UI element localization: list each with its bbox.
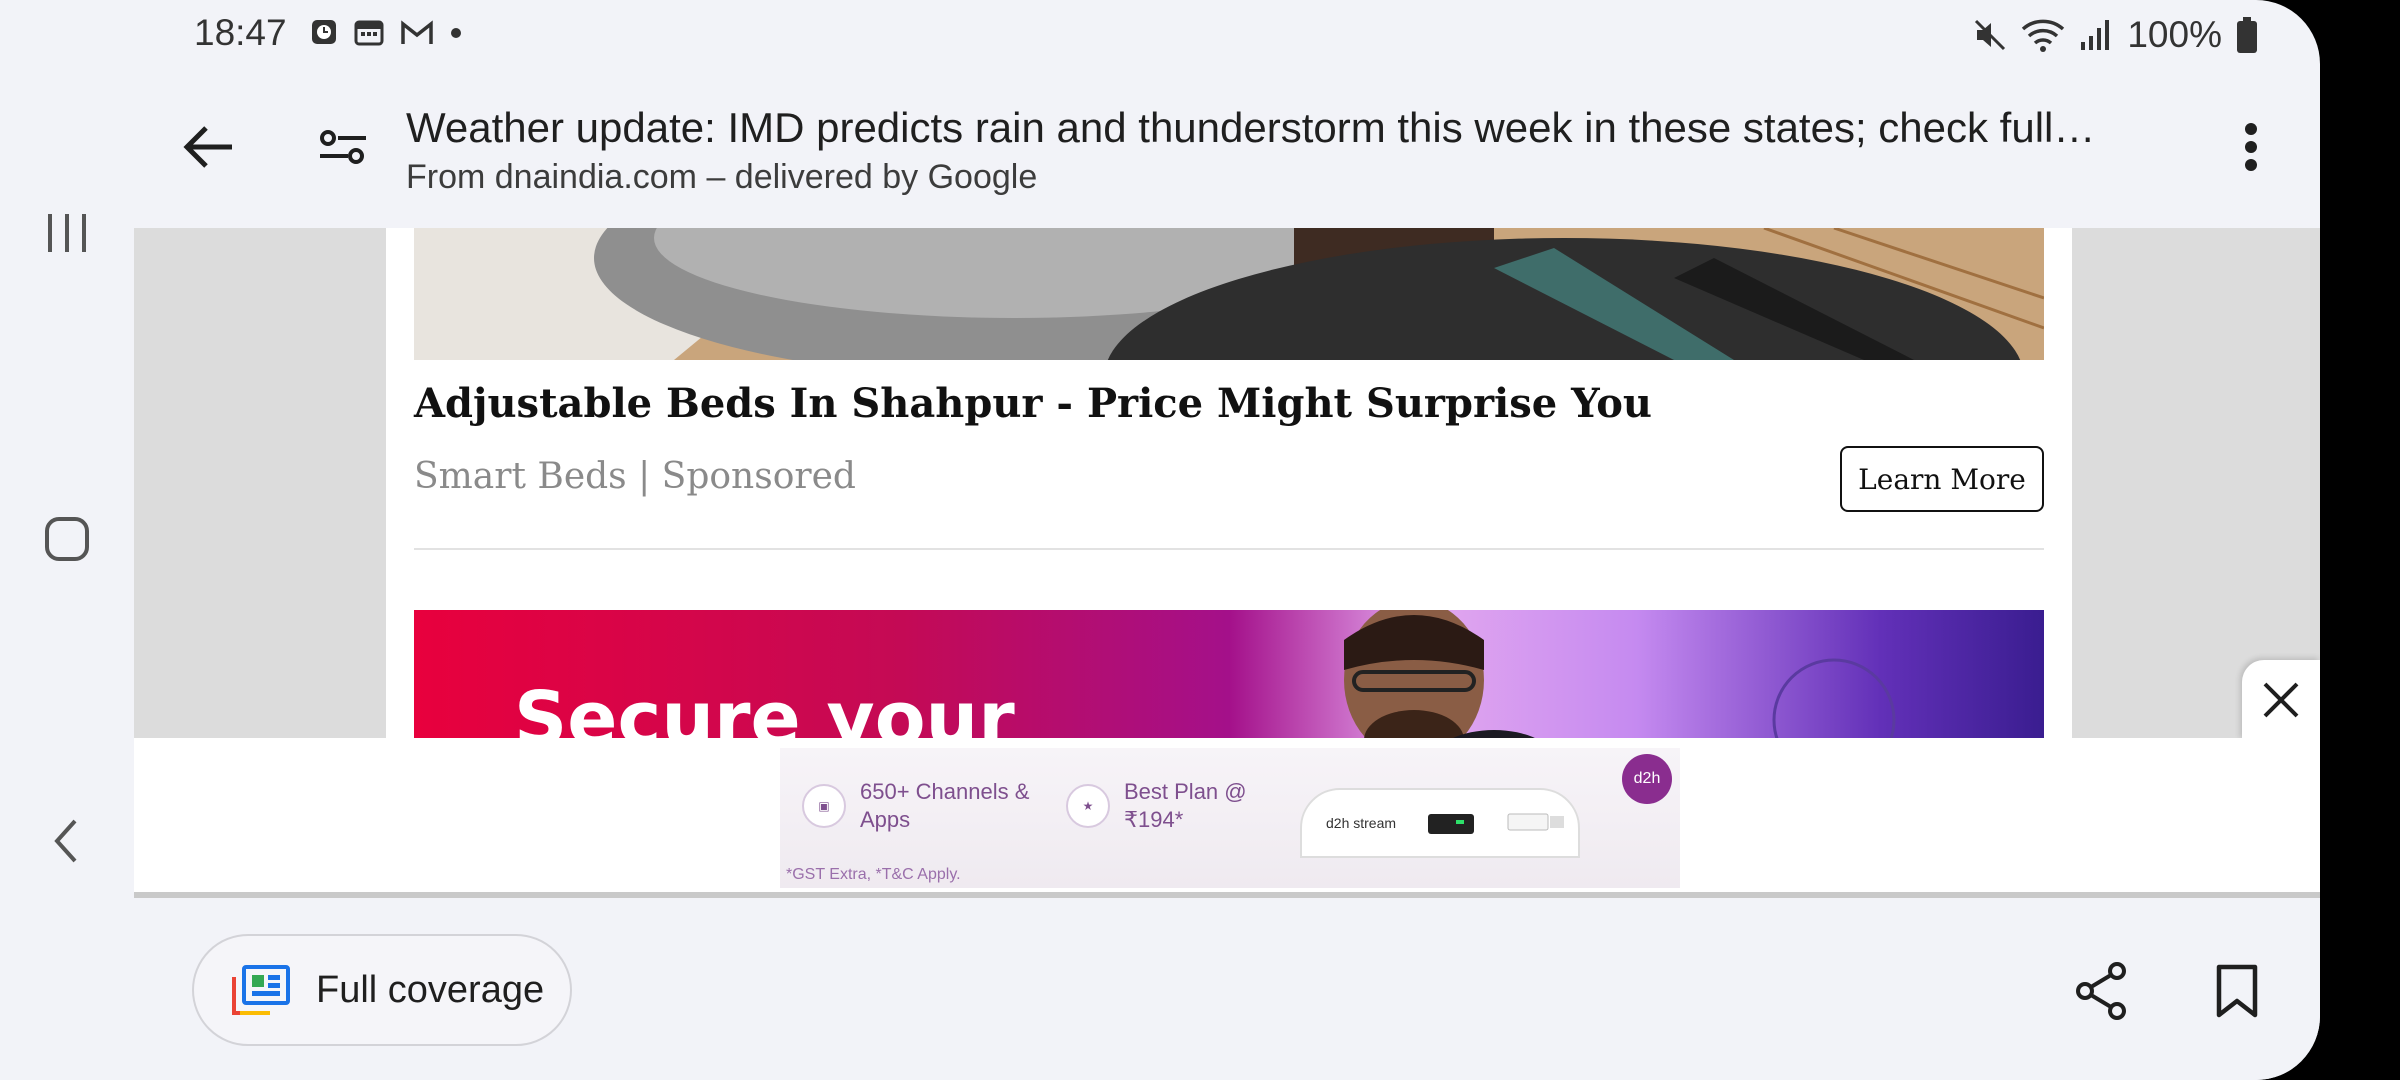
reader-settings-button[interactable] (308, 112, 378, 182)
battery-percent: 100% (2127, 14, 2222, 55)
tune-icon (320, 130, 366, 164)
system-back-button[interactable] (40, 814, 94, 868)
more-vert-icon (2245, 123, 2257, 171)
recent-apps-icon (48, 214, 86, 252)
status-icons-right: 100% (1973, 14, 2258, 56)
ad-title[interactable]: Adjustable Beds In Shahpur - Price Might… (414, 380, 1652, 427)
full-coverage-label: Full coverage (316, 968, 545, 1011)
ad-image-graphic (414, 228, 2044, 360)
best-plan-icon: ★ (1066, 784, 1110, 828)
learn-more-button[interactable]: Learn More (1840, 446, 2044, 512)
more-options-button[interactable] (2216, 112, 2286, 182)
full-coverage-button[interactable]: Full coverage (192, 934, 572, 1046)
set-top-box-icon (1428, 814, 1475, 834)
share-button[interactable] (2066, 956, 2136, 1026)
d2h-device: d2h stream (1300, 788, 1580, 858)
battery-icon (2237, 17, 2257, 53)
d2h-plan-item: ★ Best Plan @ ₹194* (1066, 778, 1274, 834)
status-time: 18:47 (194, 12, 287, 53)
article-source: From dnaindia.com – delivered by Google (406, 158, 1038, 196)
calendar-icon (354, 20, 384, 46)
d2h-device-label: d2h stream (1326, 815, 1397, 831)
close-ad-button[interactable] (2242, 660, 2320, 740)
close-icon (2263, 682, 2299, 718)
recent-apps-button[interactable] (40, 206, 94, 260)
divider (414, 548, 2044, 550)
d2h-channels-text: 650+ Channels & Apps (860, 779, 1030, 832)
gmail-icon (401, 20, 433, 44)
navigation-rail (0, 66, 134, 1080)
top-app-bar: Weather update: IMD predicts rain and th… (134, 66, 2320, 228)
article-title: Weather update: IMD predicts rain and th… (406, 104, 2096, 151)
bottom-ad-strip: ▣ 650+ Channels & Apps ★ Best Plan @ ₹19… (134, 738, 2320, 898)
signal-icon (2081, 20, 2110, 50)
d2h-ad[interactable]: ▣ 650+ Channels & Apps ★ Best Plan @ ₹19… (780, 748, 1680, 888)
bottom-bar: Full coverage (134, 898, 2320, 1080)
status-icons-left (310, 18, 462, 46)
clock-icon (312, 20, 336, 44)
bookmark-button[interactable] (2202, 956, 2272, 1026)
d2h-logo: d2h (1622, 754, 1672, 804)
share-icon (2076, 962, 2126, 1020)
phone-screen: 18:47 100% Weather update: IMD predicts … (0, 0, 2320, 1080)
d2h-plan-text: Best Plan @ ₹194* (1124, 779, 1247, 832)
d2h-terms: *GST Extra, *T&C Apply. (786, 866, 961, 883)
status-bar: 18:47 100% (0, 0, 2320, 66)
tv-device-icon (1507, 813, 1565, 831)
home-button[interactable] (40, 512, 94, 566)
mute-icon (1975, 19, 2006, 51)
d2h-channels-item: ▣ 650+ Channels & Apps (802, 778, 1040, 834)
ad-image[interactable] (414, 228, 2044, 360)
back-chevron-icon (54, 819, 77, 863)
ad-meta: Smart Beds | Sponsored (414, 456, 856, 497)
back-button[interactable] (174, 112, 244, 182)
home-icon (45, 517, 89, 561)
tv-icon: ▣ (802, 784, 846, 828)
wifi-icon (2022, 19, 2065, 52)
bookmark-icon (2216, 964, 2258, 1018)
dot-icon (451, 28, 461, 38)
full-coverage-icon (232, 965, 290, 1015)
arrow-left-icon (183, 126, 232, 168)
